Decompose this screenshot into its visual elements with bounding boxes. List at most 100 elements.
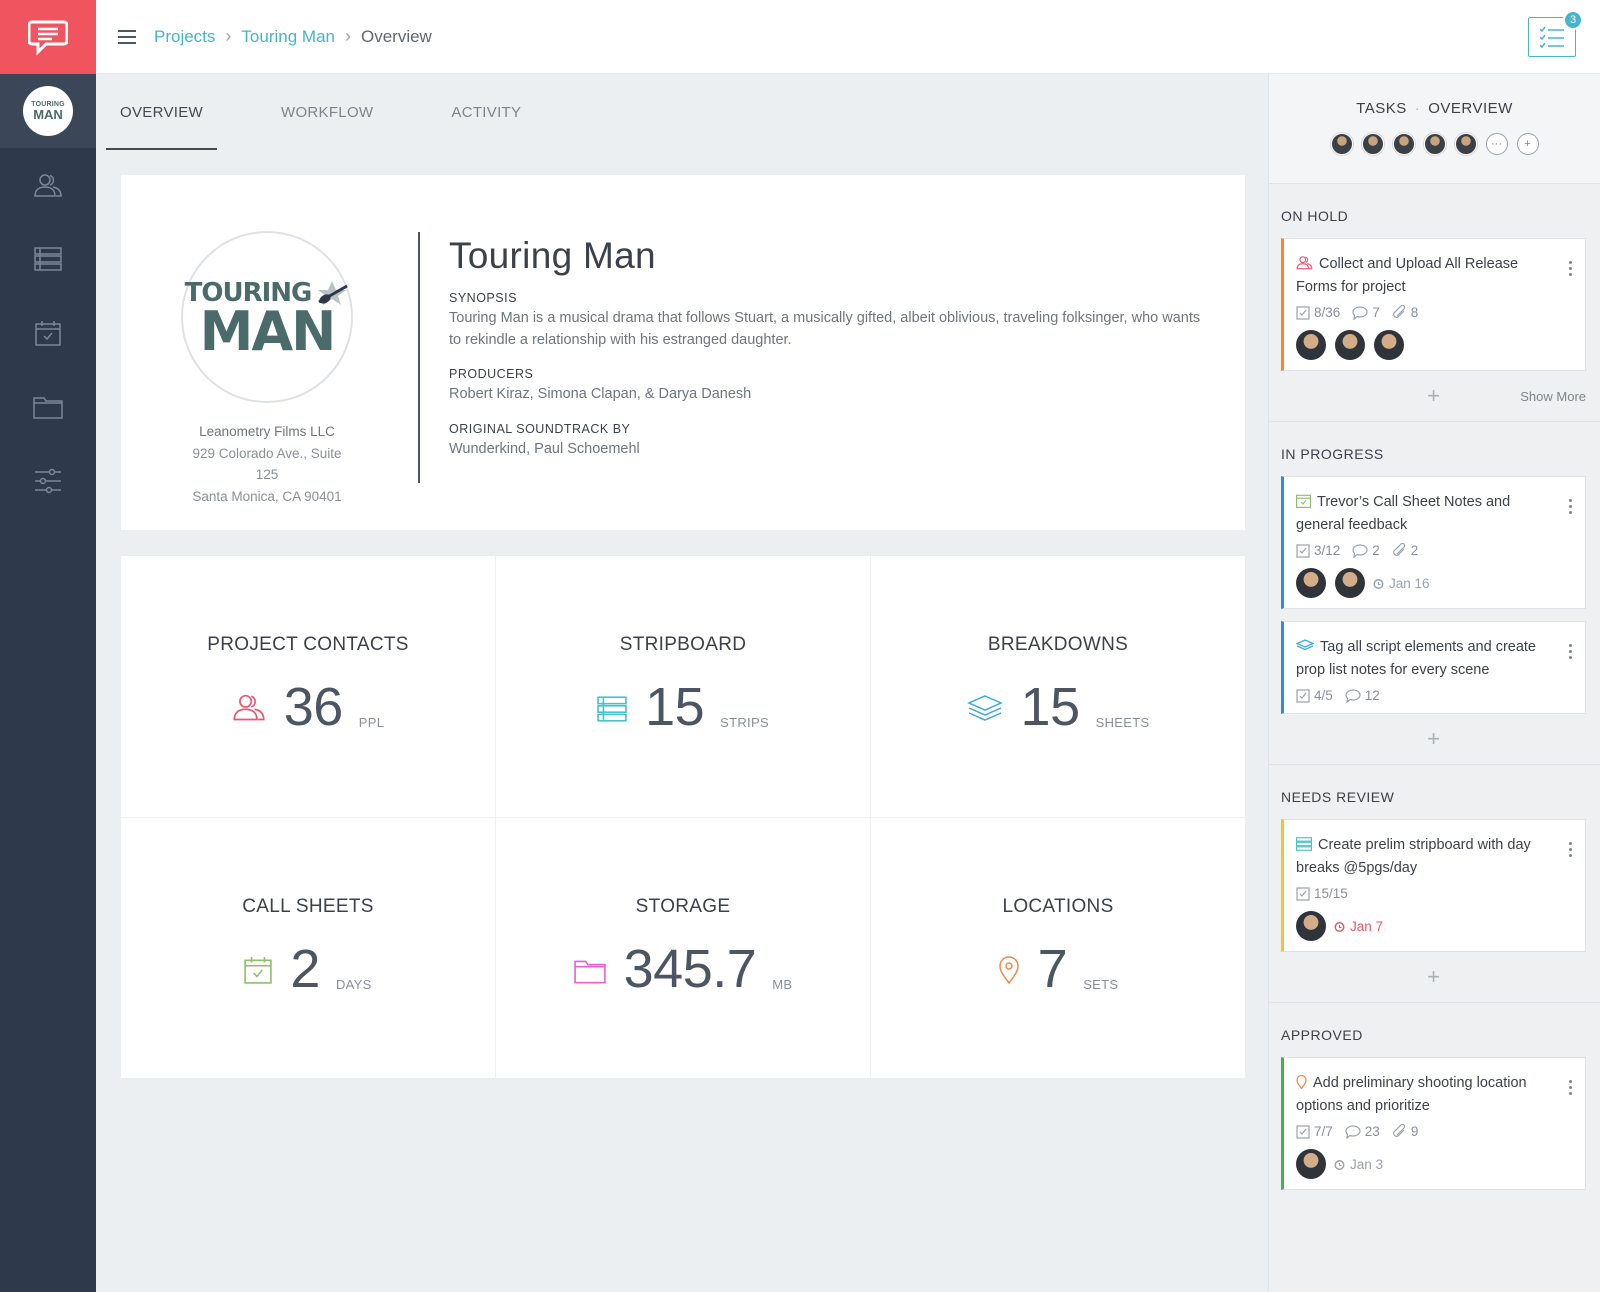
nav-stripboard[interactable]: [0, 222, 96, 296]
stat-storage[interactable]: STORAGE 345.7 MB: [496, 817, 870, 1078]
project-avatar-line2: MAN: [33, 107, 63, 122]
stripboard-icon: [34, 247, 62, 271]
stat-unit: DAYS: [335, 976, 372, 992]
attachment-count-text: 9: [1410, 1124, 1419, 1139]
breadcrumb-project[interactable]: Touring Man: [241, 27, 335, 47]
stat-stripboard[interactable]: STRIPBOARD 15 STRIPS: [496, 556, 870, 817]
more-members-icon[interactable]: ···: [1485, 133, 1508, 155]
comment-icon: [1352, 305, 1368, 320]
checklist-count-text: 15/15: [1314, 886, 1348, 901]
stat-call-sheets[interactable]: CALL SHEETS 2 DAYS: [121, 817, 495, 1078]
avatar[interactable]: [1296, 568, 1326, 598]
section-title: APPROVED: [1281, 1027, 1363, 1043]
comment-count-text: 2: [1372, 543, 1380, 558]
add-task-icon[interactable]: +: [1427, 964, 1440, 990]
avatar[interactable]: [1423, 133, 1446, 155]
comment-icon: [1345, 688, 1361, 703]
tab-overview[interactable]: OVERVIEW: [106, 74, 217, 150]
folder-icon: [33, 397, 63, 419]
avatar[interactable]: [1296, 911, 1326, 941]
nav-settings[interactable]: [0, 444, 96, 518]
comment-count-text: 7: [1372, 305, 1380, 320]
left-rail: TOURING MAN: [0, 0, 96, 1292]
hamburger-menu-icon[interactable]: [118, 29, 136, 44]
contacts-icon: [34, 174, 62, 197]
due-date-text: Jan 7: [1350, 918, 1384, 934]
nav-contacts[interactable]: [0, 148, 96, 222]
due-date-overdue: Jan 7: [1333, 919, 1383, 934]
calendar-icon: [1296, 494, 1311, 508]
add-task-icon[interactable]: +: [1427, 726, 1440, 752]
stat-value-row: 7 SETS: [998, 942, 1119, 996]
comment-count-text: 12: [1364, 688, 1380, 703]
tab-activity[interactable]: ACTIVITY: [437, 74, 535, 150]
avatar[interactable]: [1392, 133, 1415, 155]
avatar[interactable]: [1361, 133, 1384, 155]
task-menu-icon[interactable]: [1569, 644, 1573, 659]
tasks-panel: TASKS · OVERVIEW ··· + ON HOLD Collect and…: [1268, 74, 1600, 1292]
layers-icon: [1296, 639, 1314, 651]
nav-files[interactable]: [0, 370, 96, 444]
avatar[interactable]: [1330, 133, 1353, 155]
nav-call-sheets[interactable]: [0, 296, 96, 370]
task-menu-icon[interactable]: [1569, 842, 1573, 857]
tab-bar: OVERVIEW WORKFLOW ACTIVITY: [106, 74, 1268, 150]
avatar[interactable]: [1454, 133, 1477, 155]
task-assignees: [1296, 330, 1573, 360]
stripboard-icon: [597, 696, 627, 722]
address-line1: 929 Colorado Ave., Suite 125: [192, 445, 342, 483]
avatar[interactable]: [1374, 330, 1404, 360]
add-task-icon[interactable]: +: [1427, 383, 1440, 409]
section-title: NEEDS REVIEW: [1281, 789, 1395, 805]
add-member-icon[interactable]: +: [1516, 133, 1539, 155]
stat-locations[interactable]: LOCATIONS 7 SETS: [871, 817, 1245, 1078]
producers-text: Robert Kiraz, Simona Clapan, & Darya Dan…: [449, 386, 752, 402]
task-card[interactable]: Add preliminary shooting location option…: [1281, 1057, 1586, 1190]
avatar[interactable]: [1296, 330, 1326, 360]
stat-breakdowns[interactable]: BREAKDOWNS 15 SHEETS: [871, 556, 1245, 817]
overview-label[interactable]: OVERVIEW: [1428, 100, 1513, 117]
avatar[interactable]: [1335, 330, 1365, 360]
location-pin-icon: [1296, 1075, 1307, 1089]
attachment-count: 2: [1392, 543, 1418, 558]
stat-unit: SETS: [1083, 976, 1119, 992]
tab-workflow[interactable]: WORKFLOW: [267, 74, 387, 150]
task-meta: 7/7 23 9: [1296, 1124, 1573, 1139]
task-card[interactable]: Tag all script elements and create prop …: [1281, 621, 1586, 714]
task-card[interactable]: Trevor’s Call Sheet Notes and general fe…: [1281, 476, 1586, 609]
section-title: IN PROGRESS: [1281, 446, 1384, 462]
synopsis-text: Touring Man is a musical drama that foll…: [449, 310, 1201, 348]
top-bar: Projects › Touring Man › Overview 3: [96, 0, 1600, 74]
task-menu-icon[interactable]: [1569, 261, 1573, 276]
app-logo[interactable]: [0, 0, 96, 74]
folder-icon: [573, 960, 606, 984]
avatar[interactable]: [1335, 568, 1365, 598]
section-needs-review: NEEDS REVIEW Create prelim stripboard wi…: [1269, 765, 1600, 1003]
stat-unit: MB: [772, 976, 793, 992]
task-menu-icon[interactable]: [1569, 499, 1573, 514]
vertical-divider: [418, 232, 420, 483]
stat-project-contacts[interactable]: PROJECT CONTACTS 36 PPL: [121, 556, 495, 817]
project-switcher[interactable]: TOURING MAN: [0, 74, 96, 148]
breadcrumb-projects[interactable]: Projects: [154, 27, 215, 47]
task-title: Tag all script elements and create prop …: [1296, 636, 1573, 682]
tasks-button[interactable]: 3: [1528, 10, 1583, 57]
breadcrumb: Projects › Touring Man › Overview: [154, 26, 432, 47]
tasks-label[interactable]: TASKS: [1356, 100, 1407, 117]
task-menu-icon[interactable]: [1569, 1080, 1573, 1095]
producers-label: PRODUCERS: [449, 367, 534, 381]
comment-count-text: 23: [1364, 1124, 1380, 1139]
show-more-link[interactable]: Show More: [1520, 389, 1586, 404]
chevron-right-icon: ›: [344, 26, 351, 46]
project-poster[interactable]: TOURING MAN: [181, 231, 353, 403]
checklist-count-text: 3/12: [1314, 543, 1341, 558]
stat-title: STRIPBOARD: [619, 634, 747, 655]
due-date-text: Jan 3: [1350, 1156, 1384, 1172]
avatar[interactable]: [1296, 1149, 1326, 1179]
task-card[interactable]: Collect and Upload All Release Forms for…: [1281, 238, 1586, 371]
settings-sliders-icon: [35, 468, 61, 494]
stat-value: 2: [290, 938, 320, 999]
paperclip-icon: [1392, 1124, 1405, 1137]
task-card[interactable]: Create prelim stripboard with day breaks…: [1281, 819, 1586, 952]
task-assignees: Jan 7: [1296, 911, 1573, 941]
